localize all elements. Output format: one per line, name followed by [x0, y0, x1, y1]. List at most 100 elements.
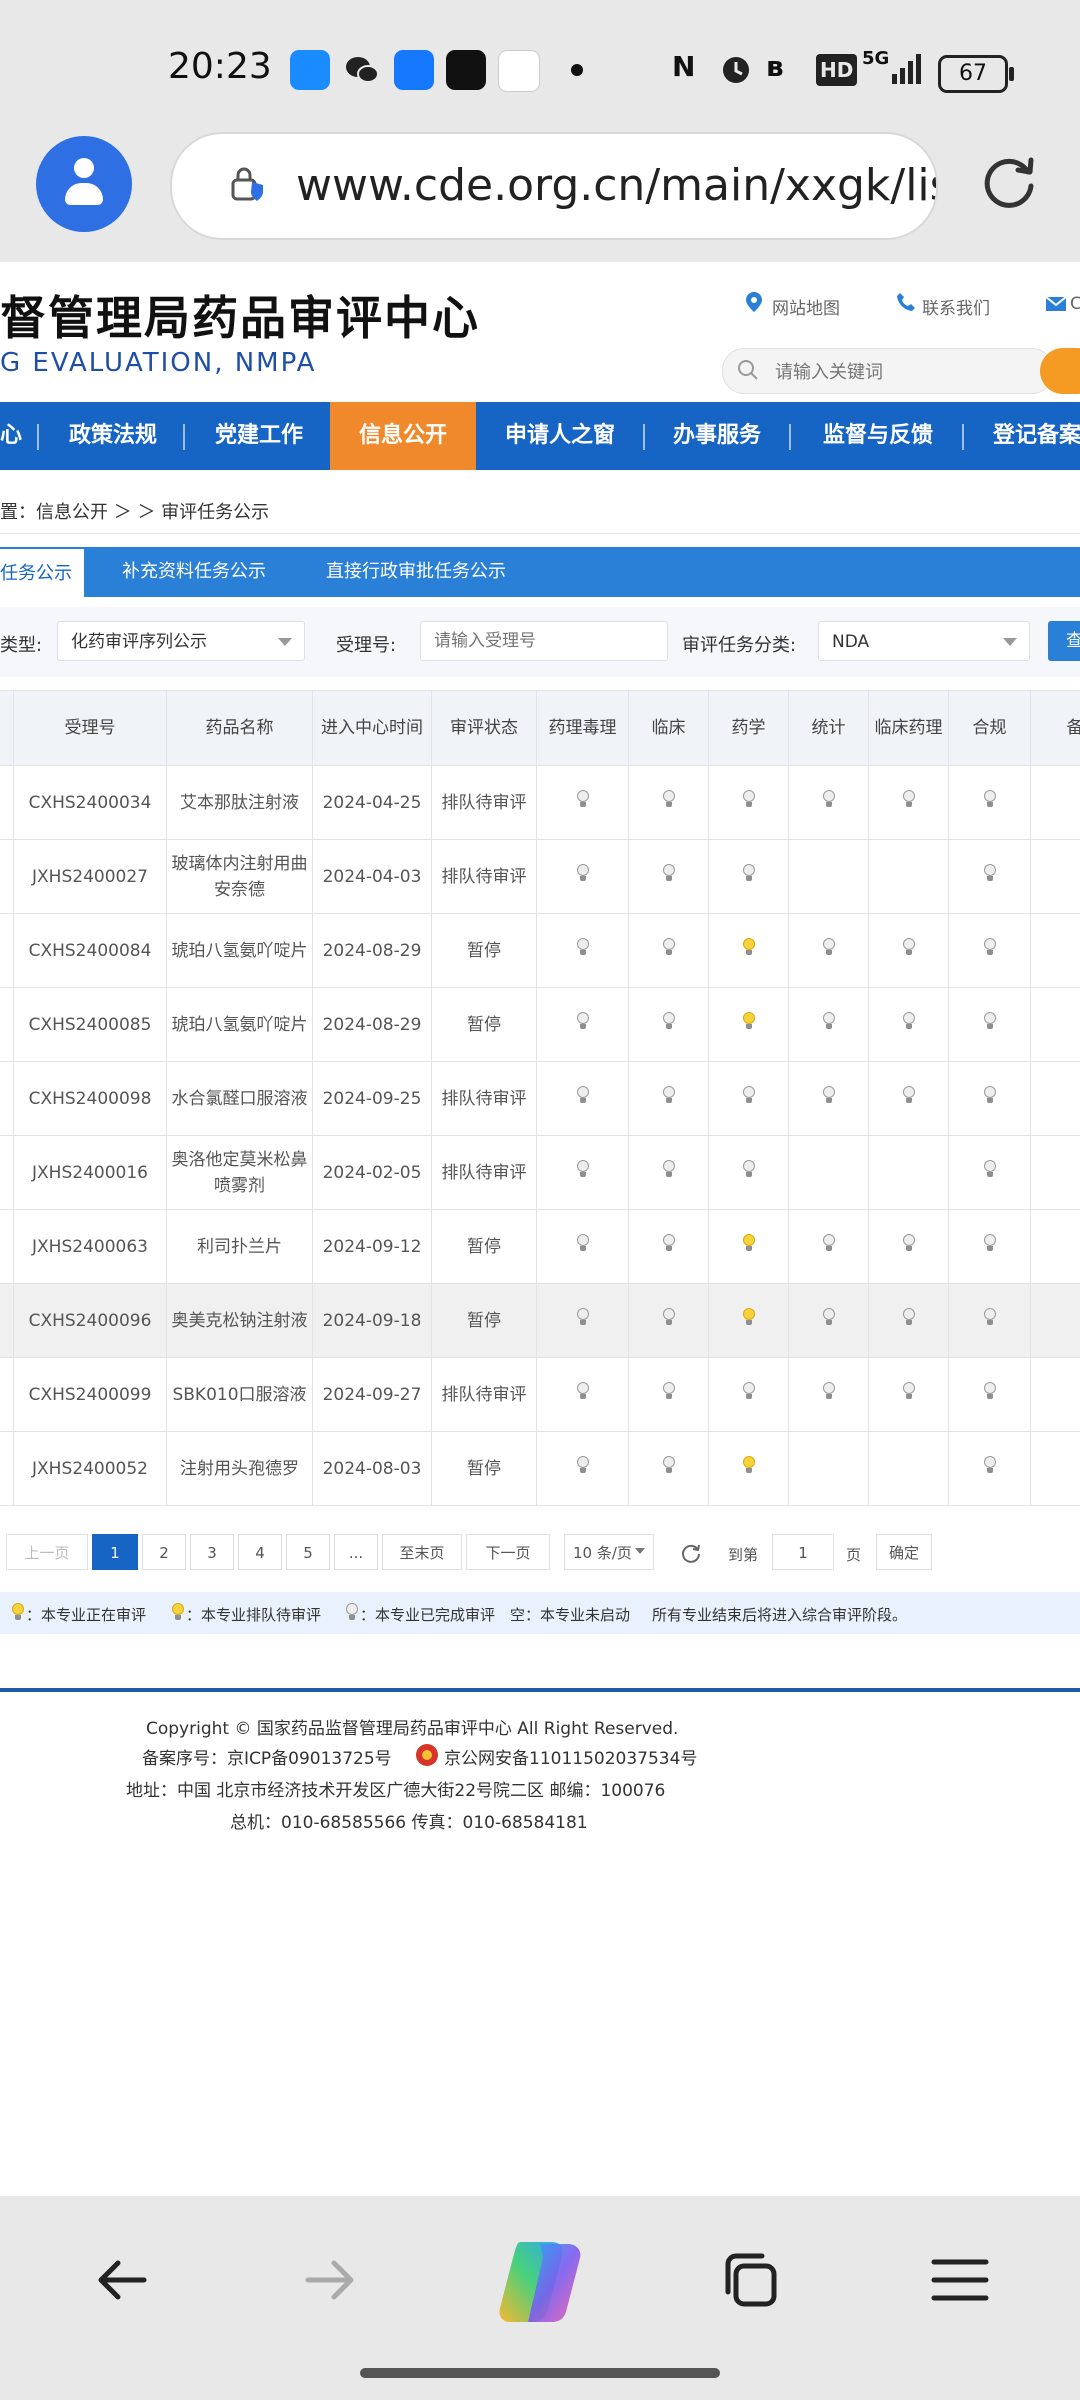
- review-status-cell: 暂停: [431, 1283, 537, 1358]
- table-row[interactable]: JXHS2400052 注射用头孢德罗 2024-08-03 暂停: [0, 1431, 1080, 1506]
- lightbulb-grey-icon: [576, 863, 589, 882]
- lightbulb-yellow-icon: [742, 1011, 755, 1030]
- lightbulb-grey-icon: [576, 1159, 589, 1178]
- column-header-drug-name: 药品名称: [166, 690, 313, 766]
- page-ellipsis[interactable]: ...: [334, 1534, 378, 1570]
- back-arrow-icon[interactable]: [90, 2248, 154, 2312]
- menu-icon[interactable]: [928, 2248, 992, 2312]
- entry-date-cell: 2024-02-05: [312, 1135, 432, 1210]
- nav-separator: [643, 424, 645, 450]
- type-select[interactable]: 化药审评序列公示: [57, 621, 305, 661]
- table-header-row: 受理号 药品名称 进入中心时间 审评状态 药理毒理 临床 药学 统计 临床药理 合规备: [0, 690, 1080, 766]
- lightbulb-queued-icon: [172, 1603, 184, 1621]
- goto-page-input[interactable]: 1: [772, 1534, 834, 1570]
- lightbulb-yellow-icon: [742, 1307, 755, 1326]
- table-row[interactable]: CXHS2400098 水合氯醛口服溶液 2024-09-25 排队待审评: [0, 1061, 1080, 1136]
- nav-item-services[interactable]: 办事服务: [652, 402, 782, 470]
- page-2-button[interactable]: 2: [142, 1534, 186, 1570]
- hd-badge: HD: [816, 54, 858, 86]
- lightbulb-grey-icon: [662, 1455, 675, 1474]
- page-size-select[interactable]: 10 条/页: [564, 1534, 654, 1570]
- home-indicator[interactable]: [360, 2368, 720, 2378]
- contact-link[interactable]: 联系我们: [922, 294, 990, 319]
- lightbulb-grey-icon: [983, 1011, 996, 1030]
- lightbulb-grey-icon: [662, 863, 675, 882]
- phone-icon[interactable]: [896, 292, 916, 316]
- forward-arrow-icon[interactable]: [298, 2248, 362, 2312]
- lightbulb-yellow-icon: [742, 1455, 755, 1474]
- page-3-button[interactable]: 3: [190, 1534, 234, 1570]
- page-5-button[interactable]: 5: [286, 1534, 330, 1570]
- nav-item-home[interactable]: 心: [0, 402, 22, 470]
- table-row[interactable]: CXHS2400034 艾本那肽注射液 2024-04-25 排队待审评: [0, 765, 1080, 840]
- copilot-icon[interactable]: [490, 2232, 590, 2332]
- footer-icp[interactable]: 备案序号：京ICP备09013725号: [142, 1744, 392, 1769]
- tabs-icon[interactable]: [718, 2248, 782, 2312]
- table-row[interactable]: CXHS2400085 琥珀八氢氨吖啶片 2024-08-29 暂停: [0, 987, 1080, 1062]
- table-row[interactable]: CXHS2400099 SBK010口服溶液 2024-09-27 排队待审评: [0, 1357, 1080, 1432]
- lightbulb-grey-icon: [902, 1307, 915, 1326]
- mail-link[interactable]: C: [1070, 294, 1080, 314]
- category-select[interactable]: NDA: [818, 621, 1030, 661]
- page-1-button[interactable]: 1: [92, 1534, 138, 1570]
- profile-avatar[interactable]: [36, 136, 132, 232]
- nav-item-applicant[interactable]: 申请人之窗: [482, 402, 638, 470]
- task-tabs: 任务公示 补充资料任务公示 直接行政审批任务公示: [0, 547, 1080, 599]
- page-4-button[interactable]: 4: [238, 1534, 282, 1570]
- remarks-cell: [1030, 1283, 1080, 1358]
- type-select-value: 化药审评序列公示: [71, 632, 207, 652]
- search-input[interactable]: [773, 357, 1037, 387]
- filter-bar: 类型: 化药审评序列公示 受理号: 审评任务分类: NDA 查: [0, 607, 1080, 677]
- column-header-select: [0, 690, 14, 766]
- table-row[interactable]: JXHS2400027 玻璃体内注射用曲安奈德 2024-04-03 排队待审评: [0, 839, 1080, 914]
- search-button[interactable]: [1040, 348, 1080, 394]
- table-row[interactable]: JXHS2400063 利司扑兰片 2024-09-12 暂停: [0, 1209, 1080, 1284]
- status-time: 20:23: [168, 46, 272, 87]
- review-status-cell: 排队待审评: [431, 765, 537, 840]
- accept-no-cell: CXHS2400096: [13, 1283, 167, 1358]
- goto-confirm-button[interactable]: 确定: [876, 1534, 932, 1570]
- lightbulb-grey-icon: [662, 1381, 675, 1400]
- table-row[interactable]: CXHS2400096 奥美克松钠注射液 2024-09-18 暂停: [0, 1283, 1080, 1358]
- mail-icon[interactable]: [1045, 296, 1067, 315]
- url-text[interactable]: www.cde.org.cn/main/xxgk/listpage: [296, 160, 936, 211]
- address-bar[interactable]: www.cde.org.cn/main/xxgk/listpage: [170, 132, 938, 240]
- lightbulb-grey-icon: [576, 1011, 589, 1030]
- remarks-cell: [1030, 913, 1080, 988]
- nav-item-feedback[interactable]: 监督与反馈: [800, 402, 956, 470]
- site-security-icon[interactable]: [230, 166, 266, 202]
- discipline-status-cell: [628, 839, 709, 914]
- remarks-cell: [1030, 1431, 1080, 1506]
- nav-item-policy[interactable]: 政策法规: [48, 402, 178, 470]
- footer-police-record[interactable]: 京公网安备11011502037534号: [444, 1744, 697, 1769]
- discipline-status-cell: [536, 987, 629, 1062]
- last-page-button[interactable]: 至末页: [382, 1534, 462, 1570]
- reload-icon[interactable]: [978, 152, 1040, 214]
- refresh-icon[interactable]: [678, 1540, 702, 1564]
- map-pin-icon[interactable]: [746, 292, 762, 316]
- alarm-icon: [718, 50, 754, 90]
- column-header-remarks: 备: [1030, 690, 1080, 766]
- lightbulb-grey-icon: [983, 1233, 996, 1252]
- tiktok-icon: [446, 50, 486, 90]
- column-header-review-status: 审评状态: [431, 690, 537, 766]
- row-select-cell: [0, 913, 14, 988]
- query-button[interactable]: 查: [1048, 621, 1080, 661]
- tab-supplement-tasks[interactable]: 补充资料任务公示: [122, 547, 266, 597]
- tab-direct-approval-tasks[interactable]: 直接行政审批任务公示: [326, 547, 506, 597]
- nav-item-info-disclosure[interactable]: 信息公开: [330, 402, 476, 470]
- tab-review-tasks[interactable]: 任务公示: [0, 547, 84, 599]
- sitemap-link[interactable]: 网站地图: [772, 294, 840, 319]
- next-page-button[interactable]: 下一页: [466, 1534, 550, 1570]
- drug-name-cell: SBK010口服溶液: [166, 1357, 313, 1432]
- lightbulb-grey-icon: [983, 937, 996, 956]
- nav-item-registration[interactable]: 登记备案: [972, 402, 1080, 470]
- table-row[interactable]: JXHS2400016 奥洛他定莫米松鼻喷雾剂 2024-02-05 排队待审评: [0, 1135, 1080, 1210]
- drug-name-cell: 艾本那肽注射液: [166, 765, 313, 840]
- prev-page-button[interactable]: 上一页: [6, 1534, 88, 1570]
- search-box[interactable]: [722, 348, 1054, 394]
- table-row[interactable]: CXHS2400084 琥珀八氢氨吖啶片 2024-08-29 暂停: [0, 913, 1080, 988]
- nav-item-party[interactable]: 党建工作: [194, 402, 324, 470]
- lightbulb-grey-icon: [983, 1085, 996, 1104]
- accept-no-input[interactable]: [420, 621, 668, 661]
